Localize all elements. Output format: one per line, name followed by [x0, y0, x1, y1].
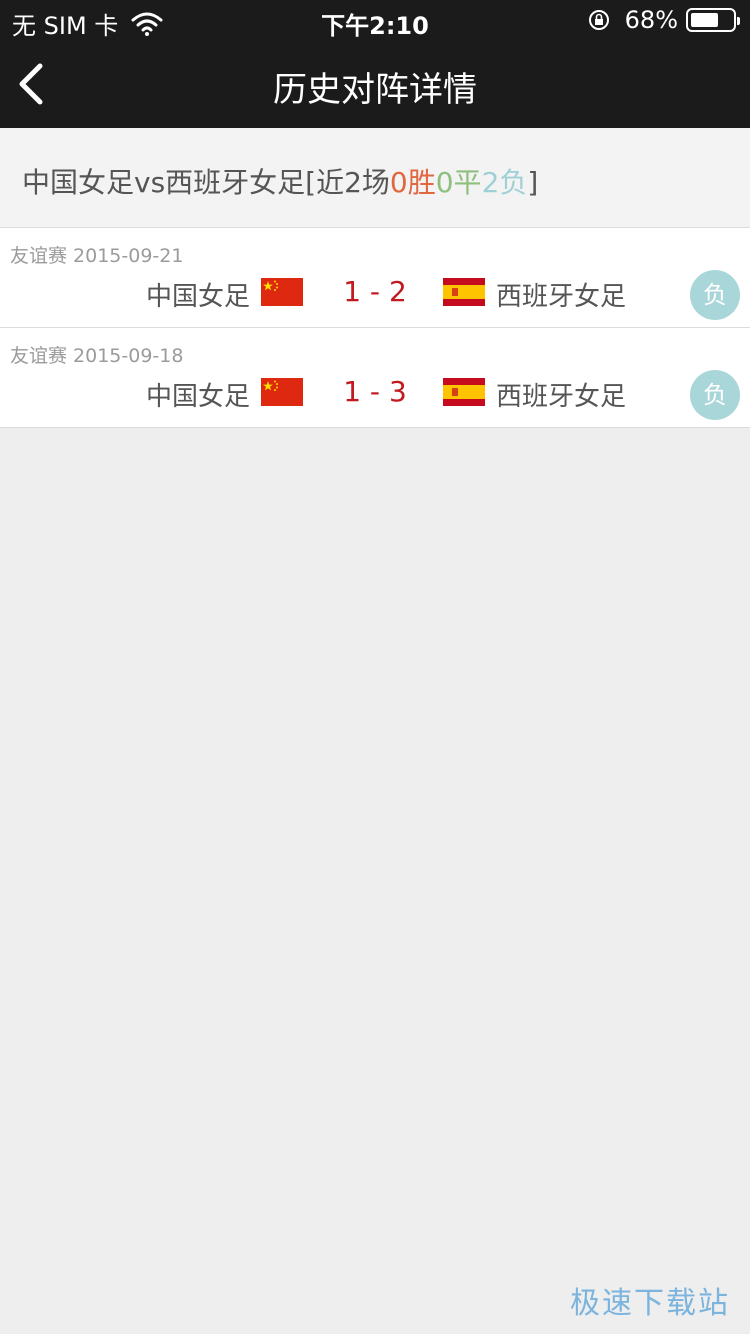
rotation-lock-icon	[588, 10, 609, 30]
status-bar: 无 SIM 卡 下午2:10 68%	[0, 0, 750, 40]
summary-matchup: 中国女足vs西班牙女足[近2场	[22, 166, 390, 199]
battery-fill	[691, 13, 718, 27]
result-badge: 负	[690, 270, 740, 320]
summary-losses: 2负	[481, 166, 528, 199]
summary-close: ]	[527, 166, 539, 199]
match-meta: 友谊赛 2015-09-18	[10, 345, 184, 367]
away-team-name: 西班牙女足	[496, 382, 627, 412]
spain-flag-icon	[443, 378, 485, 406]
status-right-group: 68%	[587, 6, 740, 34]
spain-flag-icon	[443, 278, 485, 306]
home-team-name: 中国女足	[145, 382, 250, 412]
result-badge: 负	[690, 370, 740, 420]
home-team-name: 中国女足	[145, 282, 250, 312]
head-to-head-summary: 中国女足vs西班牙女足[近2场0胜0平2负]	[0, 128, 750, 228]
match-meta: 友谊赛 2015-09-21	[10, 245, 184, 267]
china-flag-icon	[261, 278, 303, 306]
match-row[interactable]: 友谊赛 2015-09-21 中国女足 1 - 2 西班牙女足 负	[0, 228, 750, 328]
summary-draws: 0平	[435, 166, 482, 199]
watermark: 极速下载站	[570, 1286, 730, 1321]
away-team-name: 西班牙女足	[496, 282, 627, 312]
summary-wins: 0胜	[389, 166, 436, 199]
match-score: 1 - 3	[343, 375, 407, 408]
china-flag-icon	[261, 378, 303, 406]
match-score: 1 - 2	[343, 275, 407, 308]
battery-icon	[686, 8, 740, 32]
nav-bar: 历史对阵详情	[0, 40, 750, 128]
match-row[interactable]: 友谊赛 2015-09-18 中国女足 1 - 3 西班牙女足 负	[0, 328, 750, 428]
page-title: 历史对阵详情	[273, 70, 477, 110]
battery-percent: 68%	[624, 6, 678, 34]
